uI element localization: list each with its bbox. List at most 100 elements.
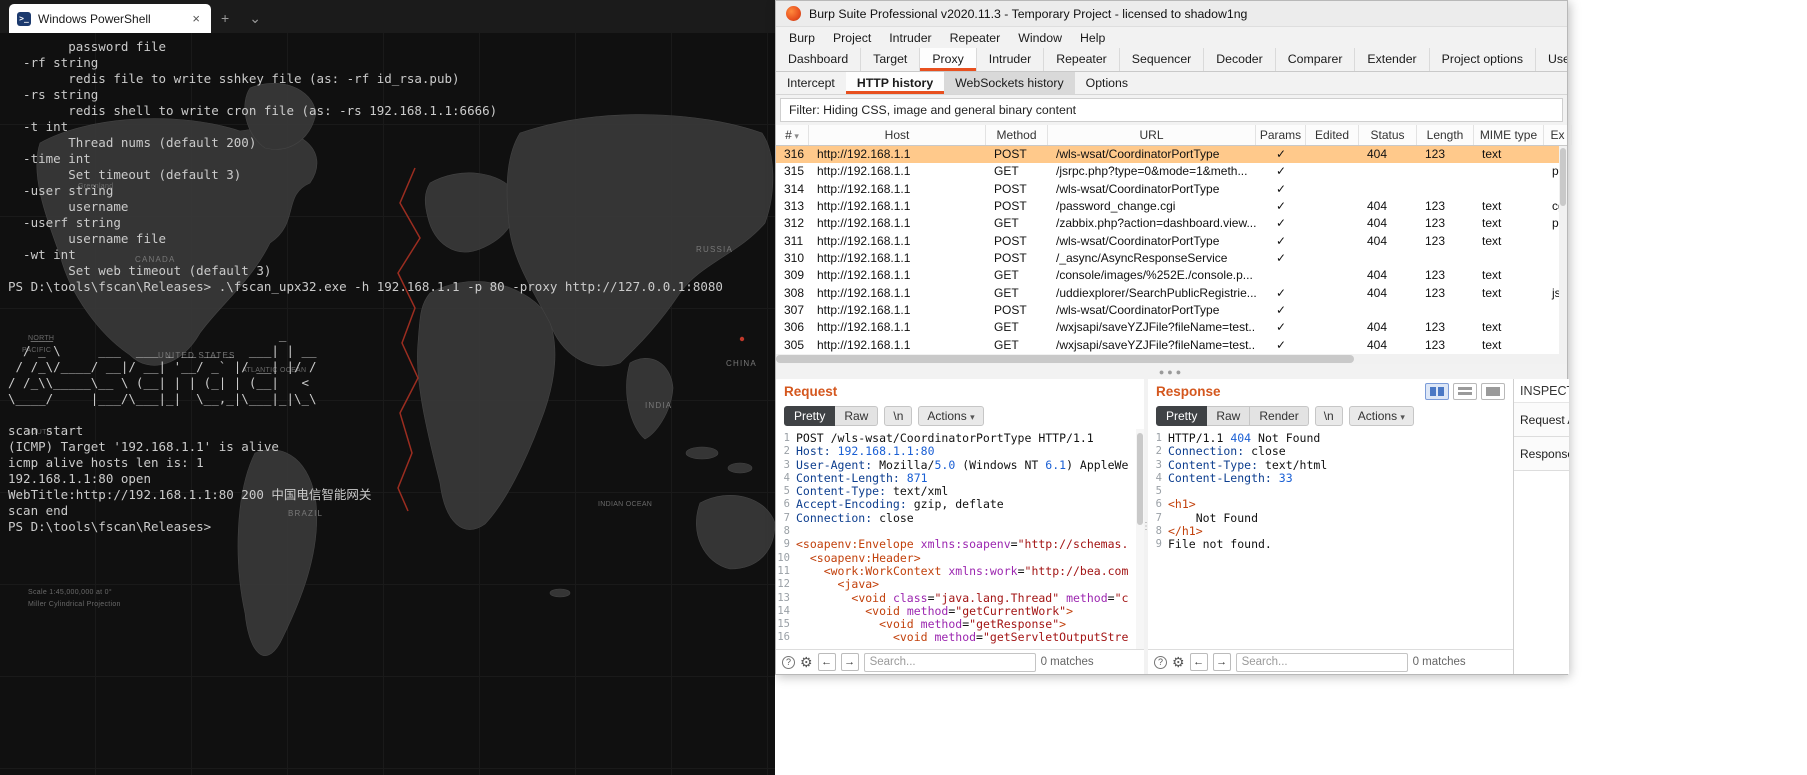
tab-dropdown-button[interactable]: ⌄ (239, 4, 271, 33)
column-header-status[interactable]: Status (1359, 125, 1417, 145)
settings-gear-icon[interactable]: ⚙ (800, 655, 813, 669)
editor-splitter[interactable]: ●●● (776, 364, 1567, 379)
newline-toggle-button[interactable]: \n (884, 406, 913, 426)
new-tab-button[interactable]: + (211, 4, 239, 33)
tab-proxy[interactable]: Proxy (920, 48, 977, 71)
table-row[interactable]: 316 http://192.168.1.1 POST/wls-wsat/Coord… (776, 146, 1567, 164)
terminal-output: password file -rf string redis file to w… (8, 39, 723, 534)
code-line: 3 User-Agent: Mozilla/5.0 (Windows NT 6.1… (783, 458, 1129, 472)
sub-tab-bar: Intercept HTTP history WebSockets history O… (776, 72, 1567, 95)
code-line: 16 <void method="getServletOutputStre (777, 631, 1129, 645)
code-line: 9 File not found. (1155, 538, 1272, 552)
layout-single-button[interactable] (1481, 382, 1505, 400)
layout-rows-button[interactable] (1453, 382, 1477, 400)
table-row[interactable]: 305 http://192.168.1.1 GET/wxjsapi/saveYZJ… (776, 337, 1567, 354)
inspector-section-response-headers[interactable]: Response Headers (1514, 437, 1569, 471)
tab-sequencer[interactable]: Sequencer (1120, 48, 1205, 71)
view-tab-pretty[interactable]: Pretty (784, 406, 836, 426)
column-header-[interactable]: # ▾ (776, 125, 809, 145)
table-row[interactable]: 310 http://192.168.1.1 POST/_async/AsyncRe… (776, 250, 1567, 267)
table-vertical-scrollbar[interactable] (1559, 146, 1567, 354)
code-line: 6 <h1> (1155, 498, 1196, 512)
menu-item-burp[interactable]: Burp (780, 31, 824, 45)
code-line: 6 Accept-Encoding: gzip, deflate (783, 498, 1004, 512)
subtab-options[interactable]: Options (1075, 72, 1139, 94)
column-header-mime-type[interactable]: MIME type (1474, 125, 1544, 145)
layout-columns-button[interactable] (1425, 382, 1449, 400)
actions-button[interactable]: Actions ▾ (1348, 406, 1414, 426)
menu-item-repeater[interactable]: Repeater (941, 31, 1010, 45)
response-panel: Response Pretty Raw Render \n Actions ▾ 1 HTT… (1148, 379, 1513, 674)
message-editor-area: Request Pretty Raw \n Actions ▾ 1 POST /wls-… (776, 379, 1569, 674)
tab-comparer[interactable]: Comparer (1276, 48, 1356, 71)
code-line: 5 Content-Type: text/xml (783, 485, 949, 499)
newline-toggle-button[interactable]: \n (1314, 406, 1343, 426)
column-header-host[interactable]: Host (809, 125, 986, 145)
terminal-body[interactable]: Greenland CANADA RUSSIA UNITED STATES CHINA I… (0, 33, 775, 775)
prev-match-button[interactable]: ← (817, 653, 836, 671)
code-line: 12 <java> (777, 578, 880, 592)
request-panel: Request Pretty Raw \n Actions ▾ 1 POST /wls-… (776, 379, 1144, 674)
prev-match-button[interactable]: ← (1189, 653, 1208, 671)
table-row[interactable]: 311 http://192.168.1.1 POST/wls-wsat/Coord… (776, 233, 1567, 250)
tab-dashboard[interactable]: Dashboard (776, 48, 862, 71)
table-horizontal-scrollbar[interactable] (776, 354, 1567, 364)
table-row[interactable]: 306 http://192.168.1.1 GET/wxjsapi/saveYZJ… (776, 319, 1567, 336)
tab-repeater[interactable]: Repeater (1044, 48, 1120, 71)
terminal-window: >_ Windows PowerShell × + ⌄ Greenland CA… (0, 0, 775, 775)
view-tab-raw[interactable]: Raw (835, 406, 879, 426)
menu-item-window[interactable]: Window (1009, 31, 1071, 45)
view-tab-raw[interactable]: Raw (1207, 406, 1251, 426)
table-row[interactable]: 307 http://192.168.1.1 POST/wls-wsat/Coord… (776, 302, 1567, 319)
subtab-intercept[interactable]: Intercept (776, 72, 846, 94)
tab-extender[interactable]: Extender (1355, 48, 1430, 71)
terminal-tab-title: Windows PowerShell (38, 11, 151, 26)
table-row[interactable]: 312 http://192.168.1.1 GET/zabbix.php?acti… (776, 215, 1567, 232)
table-row[interactable]: 315 http://192.168.1.1 GET/jsrpc.php?type=… (776, 163, 1567, 180)
terminal-tab[interactable]: >_ Windows PowerShell × (9, 4, 211, 33)
response-content[interactable]: 1 HTTP/1.1 404 Not Found 2 Connection: clos… (1148, 429, 1513, 649)
table-row[interactable]: 314 http://192.168.1.1 POST/wls-wsat/Coord… (776, 181, 1567, 198)
table-row[interactable]: 313 http://192.168.1.1 POST/password_chang… (776, 198, 1567, 215)
column-header-edited[interactable]: Edited (1306, 125, 1359, 145)
table-row[interactable]: 309 http://192.168.1.1 GET/console/images/… (776, 267, 1567, 284)
settings-gear-icon[interactable]: ⚙ (1172, 655, 1185, 669)
next-match-button[interactable]: → (840, 653, 859, 671)
tab-intruder[interactable]: Intruder (977, 48, 1045, 71)
column-header-method[interactable]: Method (986, 125, 1048, 145)
code-line: 4 Content-Length: 871 (783, 471, 928, 485)
request-search-input[interactable] (863, 652, 1036, 672)
column-header-url[interactable]: URL (1048, 125, 1256, 145)
help-icon[interactable]: ? (782, 655, 795, 669)
tab-target[interactable]: Target (861, 48, 921, 71)
map-label: Miller Cylindrical Projection (28, 601, 121, 608)
actions-button[interactable]: Actions ▾ (918, 406, 984, 426)
inspector-section-request-attributes[interactable]: Request Attributes (1514, 403, 1569, 437)
next-match-button[interactable]: → (1212, 653, 1231, 671)
burp-logo-icon (786, 6, 801, 21)
menu-item-intruder[interactable]: Intruder (880, 31, 940, 45)
request-scrollbar[interactable] (1136, 429, 1144, 649)
column-header-ex[interactable]: Ex (1544, 125, 1572, 145)
view-tab-render[interactable]: Render (1250, 406, 1309, 426)
code-line: 4 Content-Length: 33 (1155, 471, 1293, 485)
tab-user-options[interactable]: User options (1536, 48, 1567, 71)
menu-item-project[interactable]: Project (824, 31, 880, 45)
layout-buttons (1425, 382, 1505, 400)
filter-bar[interactable]: Filter: Hiding CSS, image and general bi… (780, 98, 1563, 122)
column-header-params[interactable]: Params (1256, 125, 1306, 145)
tab-decoder[interactable]: Decoder (1204, 48, 1276, 71)
column-header-length[interactable]: Length (1417, 125, 1474, 145)
view-tab-pretty[interactable]: Pretty (1156, 406, 1208, 426)
code-line: 13 <void class="java.lang.Thread" method… (777, 591, 1129, 605)
tab-close-icon[interactable]: × (189, 11, 203, 26)
help-icon[interactable]: ? (1154, 655, 1167, 669)
response-search-input[interactable] (1235, 652, 1408, 672)
response-search-bar: ? ⚙ ← → 0 matches (1148, 649, 1513, 674)
subtab-websockets-history[interactable]: WebSockets history (944, 72, 1075, 94)
tab-project-options[interactable]: Project options (1430, 48, 1536, 71)
request-content[interactable]: 1 POST /wls-wsat/CoordinatorPortType HTTP… (776, 429, 1144, 649)
subtab-http-history[interactable]: HTTP history (845, 72, 945, 94)
menu-item-help[interactable]: Help (1071, 31, 1114, 45)
table-row[interactable]: 308 http://192.168.1.1 GET/uddiexplorer/Se… (776, 285, 1567, 302)
